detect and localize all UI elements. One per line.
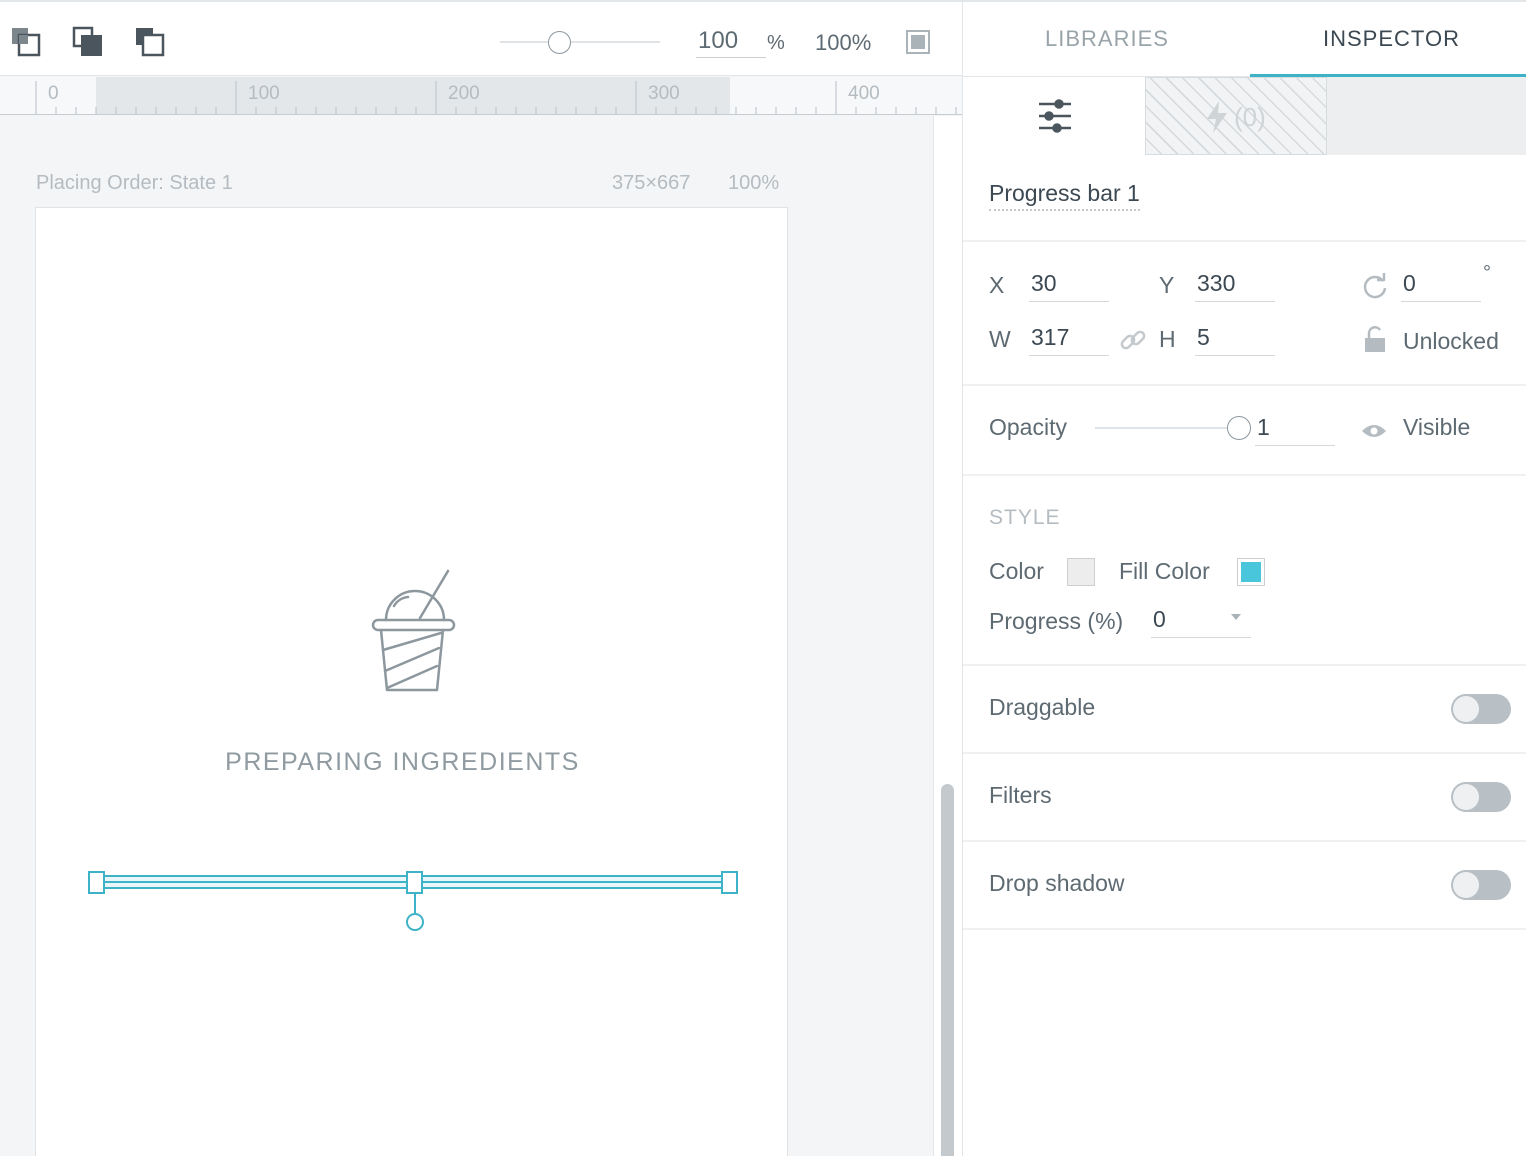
ruler-ticks [35,81,957,114]
state-zoom: 100% [728,172,780,194]
inspector-panel: LIBRARIES INSPECTOR (0) Progress bar 1 X… [962,0,1526,1156]
divider [963,240,1526,242]
x-label: X [989,272,1005,298]
color-label: Color [989,558,1044,584]
ruler-label: 300 [648,83,680,104]
w-label: W [989,326,1011,352]
filters-toggle[interactable] [1451,782,1511,812]
bring-to-front-icon[interactable] [72,26,106,60]
style-heading: STYLE [989,506,1061,529]
state-name[interactable]: Placing Order: State 1 [36,172,233,195]
fill-color-swatch[interactable] [1237,558,1265,586]
zoom-slider[interactable] [500,30,660,54]
ruler-label: 100 [248,83,280,104]
zoom-slider-track [500,41,660,43]
zoom-slider-knob[interactable] [547,31,571,54]
lock-status-label[interactable]: Unlocked [1403,328,1499,355]
zoom-unit: % [767,32,785,54]
drink-cup-icon[interactable] [370,566,460,696]
link-proportions-icon[interactable] [1119,326,1147,354]
layer-name-field[interactable]: Progress bar 1 [989,180,1140,211]
progress-bar-selected[interactable] [88,856,738,931]
divider [963,928,1526,930]
rotation-field[interactable]: 0 [1401,268,1481,302]
toolbar: % 100% [0,0,962,76]
divider [963,840,1526,842]
resize-handle-left[interactable] [88,871,105,894]
draggable-label: Draggable [989,694,1096,720]
subtab-interactions[interactable]: (0) [1145,77,1327,155]
chevron-down-icon[interactable] [1231,614,1241,620]
progress-label: Progress (%) [989,608,1124,634]
send-backward-icon[interactable] [134,26,168,60]
state-size: 375×667 [612,172,691,194]
h-field[interactable]: 5 [1195,322,1275,356]
divider [963,384,1526,386]
ruler-label: 400 [848,83,880,104]
device-frame-toggle-icon[interactable] [906,30,930,54]
x-field[interactable]: 30 [1029,268,1109,302]
sliders-icon [1039,99,1071,133]
divider [963,664,1526,666]
visibility-label[interactable]: Visible [1403,414,1470,441]
vertical-scrollbar[interactable] [941,784,954,1156]
artboard[interactable]: PREPARING INGREDIENTS [35,207,788,1156]
fill-color-label: Fill Color [1119,558,1210,584]
panel-tabs: LIBRARIES INSPECTOR [963,0,1526,78]
bring-forward-icon[interactable] [10,26,44,60]
interactions-count: (0) [1234,102,1266,132]
opacity-slider[interactable] [1095,416,1251,442]
unlock-icon[interactable] [1363,326,1387,354]
drop-shadow-toggle[interactable] [1451,870,1511,900]
tab-libraries[interactable]: LIBRARIES [1045,26,1169,52]
y-label: Y [1159,272,1175,298]
inspector-subtabs: (0) [963,77,1526,155]
resize-handle-center[interactable] [406,871,423,894]
ruler-label: 0 [48,83,59,104]
fill-color-chip [1241,562,1261,582]
opacity-label: Opacity [989,414,1067,440]
ruler-label: 200 [448,83,480,104]
tab-inspector[interactable]: INSPECTOR [1323,26,1460,52]
h-label: H [1159,326,1176,352]
drop-shadow-label: Drop shadow [989,870,1125,896]
divider [963,474,1526,476]
editor-area: % 100% 0 100 200 300 400 Placing Order: … [0,0,962,1156]
canvas[interactable]: Placing Order: State 1 375×667 100% PREP… [0,116,962,1156]
subtab-properties[interactable] [963,77,1145,155]
progress-select[interactable]: 0 [1151,604,1251,638]
divider [963,752,1526,754]
y-field[interactable]: 330 [1195,268,1275,302]
subtab-empty-area [1327,77,1526,155]
zoom-100-button[interactable]: 100% [815,30,871,56]
opacity-slider-knob[interactable] [1227,416,1251,440]
opacity-field[interactable]: 1 [1255,412,1335,446]
eye-icon[interactable] [1361,422,1387,440]
rotate-icon [1363,273,1387,299]
draggable-toggle[interactable] [1451,694,1511,724]
zoom-input[interactable] [696,24,766,58]
color-swatch[interactable] [1067,558,1095,586]
horizontal-ruler: 0 100 200 300 400 [0,77,962,115]
w-field[interactable]: 317 [1029,322,1109,356]
rotation-handle[interactable] [406,913,424,931]
preparing-ingredients-label[interactable]: PREPARING INGREDIENTS [36,748,769,777]
rotation-degree-unit: ° [1483,262,1491,284]
lightning-icon [1207,101,1227,133]
resize-handle-right[interactable] [721,871,738,894]
filters-label: Filters [989,782,1052,808]
